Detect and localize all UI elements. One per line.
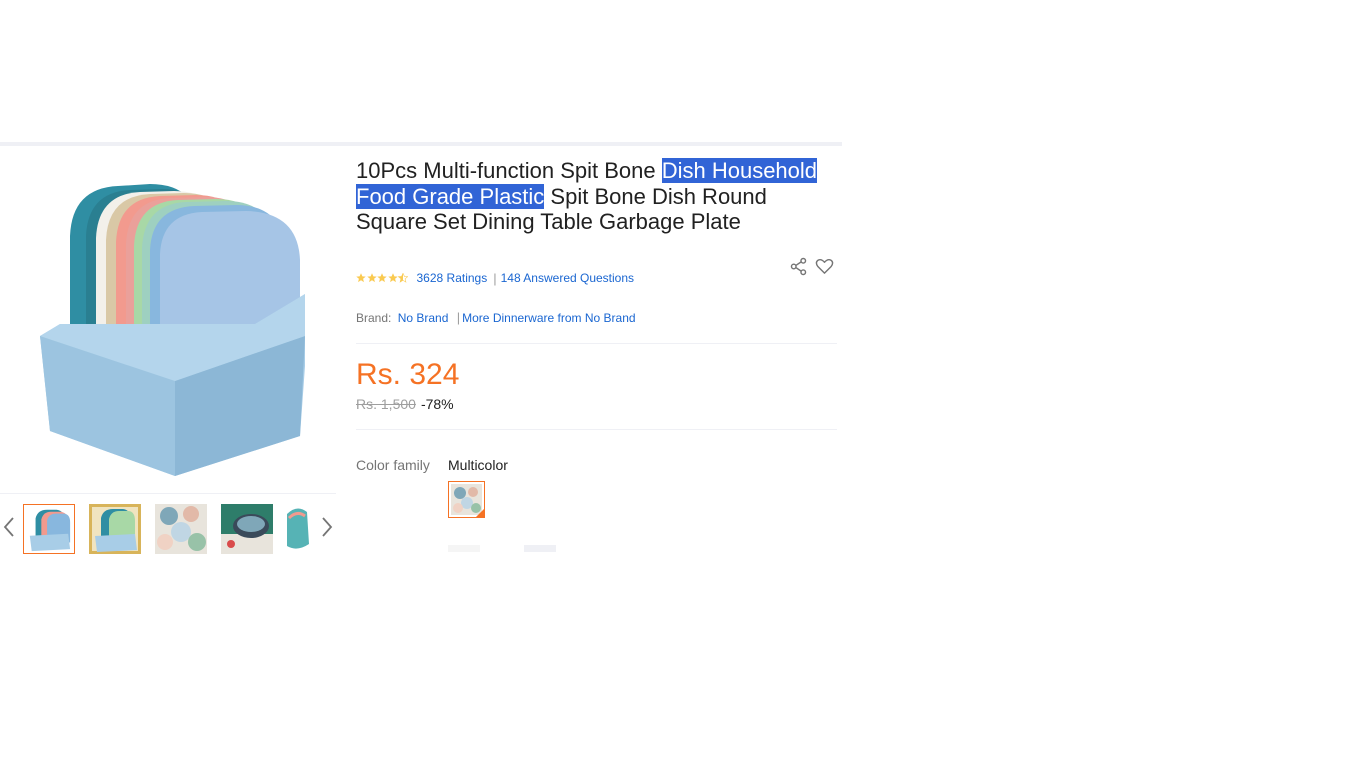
title-text-start: 10Pcs Multi-function Spit Bone [356, 158, 662, 183]
rating-separator: | [493, 270, 497, 286]
original-price: Rs. 1,500 [356, 396, 416, 412]
thumbnail-1[interactable] [23, 504, 75, 554]
rating-row: 3628 Ratings | 148 Answered Questions [356, 270, 634, 286]
section-divider [356, 429, 837, 430]
thumbnail-5[interactable] [287, 504, 313, 554]
discount-badge: -78% [420, 396, 454, 412]
product-gallery [0, 146, 336, 556]
color-swatch-multicolor[interactable] [448, 481, 485, 518]
current-price: Rs. 324 [356, 358, 460, 391]
brand-link[interactable]: No Brand [398, 311, 449, 325]
quantity-decrease-button[interactable] [448, 545, 480, 552]
share-icon[interactable] [788, 256, 808, 276]
chevron-right-icon[interactable] [318, 510, 336, 544]
star-icon [356, 273, 366, 283]
star-icon [366, 273, 377, 283]
star-icon [377, 273, 387, 283]
brand-label: Brand: [356, 311, 392, 325]
quantity-increase-button[interactable] [524, 545, 556, 552]
more-from-brand-link[interactable]: More Dinnerware from No Brand [462, 311, 635, 325]
rating-stars [356, 273, 409, 283]
thumbnail-strip [0, 502, 336, 554]
product-info: 10Pcs Multi-function Spit Bone Dish Hous… [356, 146, 838, 552]
heart-icon[interactable] [814, 256, 834, 276]
star-half-icon [398, 273, 408, 283]
thumbnail-2[interactable] [89, 504, 141, 554]
product-title: 10Pcs Multi-function Spit Bone Dish Hous… [356, 158, 831, 235]
color-family-label: Color family [356, 457, 430, 473]
selected-check-icon [475, 508, 485, 518]
thumbnail-3[interactable] [155, 504, 207, 554]
star-icon [387, 273, 398, 283]
product-actions [788, 256, 834, 276]
chevron-left-icon[interactable] [0, 510, 18, 544]
ratings-count-link[interactable]: 3628 Ratings [417, 271, 488, 285]
gallery-divider [0, 493, 336, 494]
original-price-row: Rs. 1,500 -78% [356, 396, 454, 412]
brand-separator: | [456, 310, 461, 325]
thumbnail-4[interactable] [221, 504, 273, 554]
color-family-value: Multicolor [448, 457, 508, 473]
brand-row: Brand: No Brand | More Dinnerware from No… [356, 310, 636, 325]
main-product-image[interactable] [0, 156, 336, 492]
answered-questions-link[interactable]: 148 Answered Questions [501, 271, 634, 285]
section-divider [356, 343, 837, 344]
